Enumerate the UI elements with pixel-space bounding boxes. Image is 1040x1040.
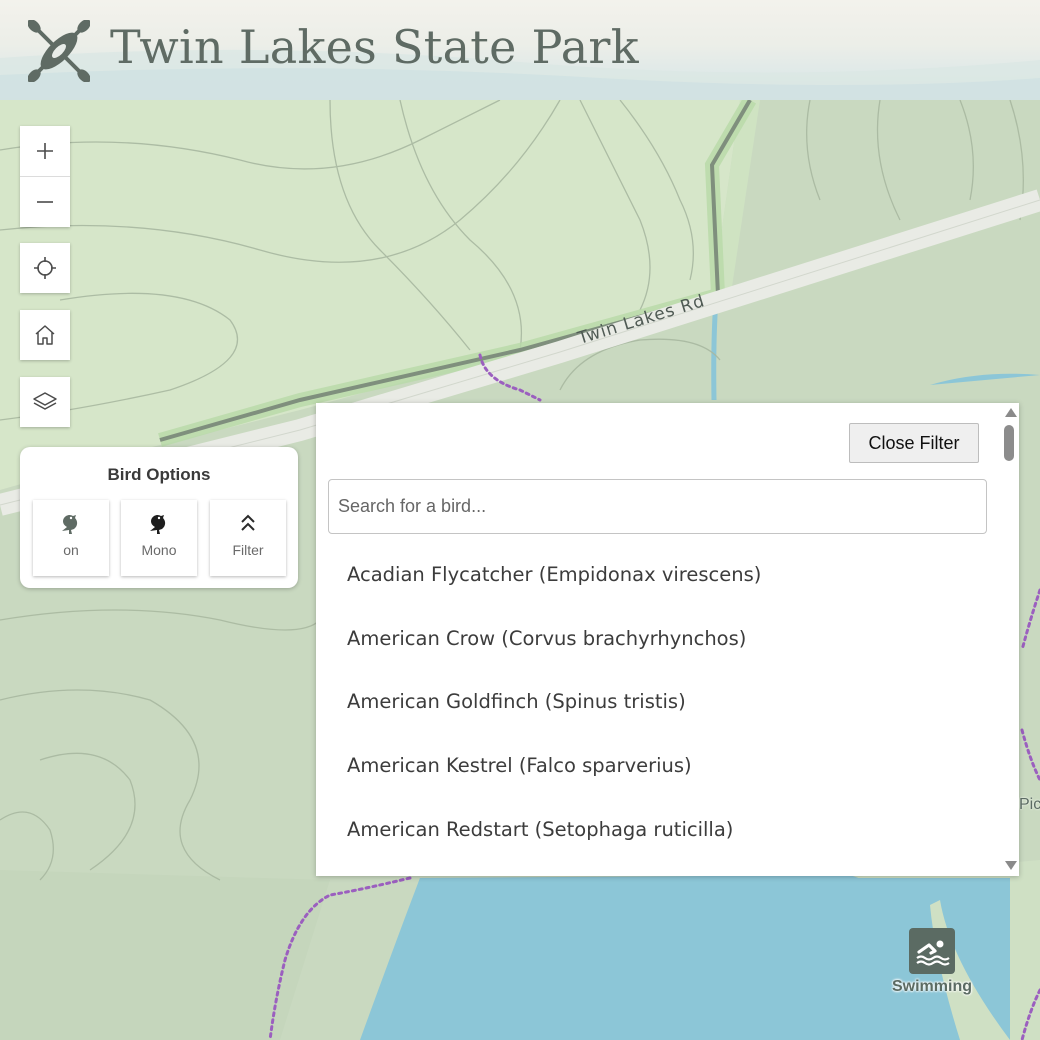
- bird-options-panel: Bird Options on Mono Filter: [20, 447, 298, 588]
- scroll-down-arrow-icon[interactable]: [1005, 861, 1017, 870]
- swimming-poi[interactable]: [909, 928, 955, 974]
- bird-filter-panel: Close Filter Acadian Flycatcher (Empidon…: [316, 403, 1019, 876]
- site-header: Twin Lakes State Park: [0, 0, 1040, 100]
- double-chevron-up-icon: [241, 514, 255, 531]
- bird-options-title: Bird Options: [107, 465, 211, 484]
- page-title: Twin Lakes State Park: [110, 20, 639, 74]
- swimmer-icon: [916, 940, 950, 966]
- close-filter-button[interactable]: Close Filter: [849, 423, 979, 463]
- scroll-thumb[interactable]: [1004, 425, 1014, 461]
- bird-toggle-button[interactable]: on: [33, 500, 109, 576]
- bird-icon: [150, 514, 166, 534]
- bird-list: Acadian Flycatcher (Empidonax virescens)…: [316, 543, 1001, 861]
- zoom-in-button[interactable]: [20, 126, 70, 176]
- mono-label: Mono: [141, 542, 177, 558]
- bird-icon: [62, 514, 78, 534]
- filter-label: Filter: [232, 542, 264, 558]
- bird-list-item[interactable]: American Redstart (Setophaga ruticilla): [316, 798, 1001, 862]
- zoom-out-button[interactable]: [20, 177, 70, 227]
- crosshair-icon: [34, 257, 56, 279]
- swimming-poi-label: Swimming: [891, 978, 972, 995]
- zoom-control: [20, 126, 70, 227]
- layers-button[interactable]: [20, 377, 70, 427]
- home-button[interactable]: [20, 310, 70, 360]
- bird-list-item[interactable]: American Goldfinch (Spinus tristis): [316, 670, 1001, 734]
- filter-scrollbar[interactable]: [1001, 403, 1019, 876]
- bird-list-item[interactable]: American Kestrel (Falco sparverius): [316, 734, 1001, 798]
- bird-search-input[interactable]: [328, 479, 987, 534]
- home-icon: [35, 325, 55, 345]
- kayak-paddles-icon: [28, 20, 90, 82]
- minus-icon: [37, 201, 53, 203]
- bird-list-item[interactable]: American Crow (Corvus brachyrhynchos): [316, 607, 1001, 671]
- filter-button[interactable]: Filter: [210, 500, 286, 576]
- plus-icon: [37, 143, 53, 159]
- bird-toggle-label: on: [63, 542, 79, 558]
- bird-list-item[interactable]: Acadian Flycatcher (Empidonax virescens): [316, 543, 1001, 607]
- locate-button[interactable]: [20, 243, 70, 293]
- scroll-up-arrow-icon[interactable]: [1005, 408, 1017, 417]
- mono-button[interactable]: Mono: [121, 500, 197, 576]
- picnic-poi-label: Pic: [1019, 796, 1040, 813]
- layers-icon: [33, 392, 57, 410]
